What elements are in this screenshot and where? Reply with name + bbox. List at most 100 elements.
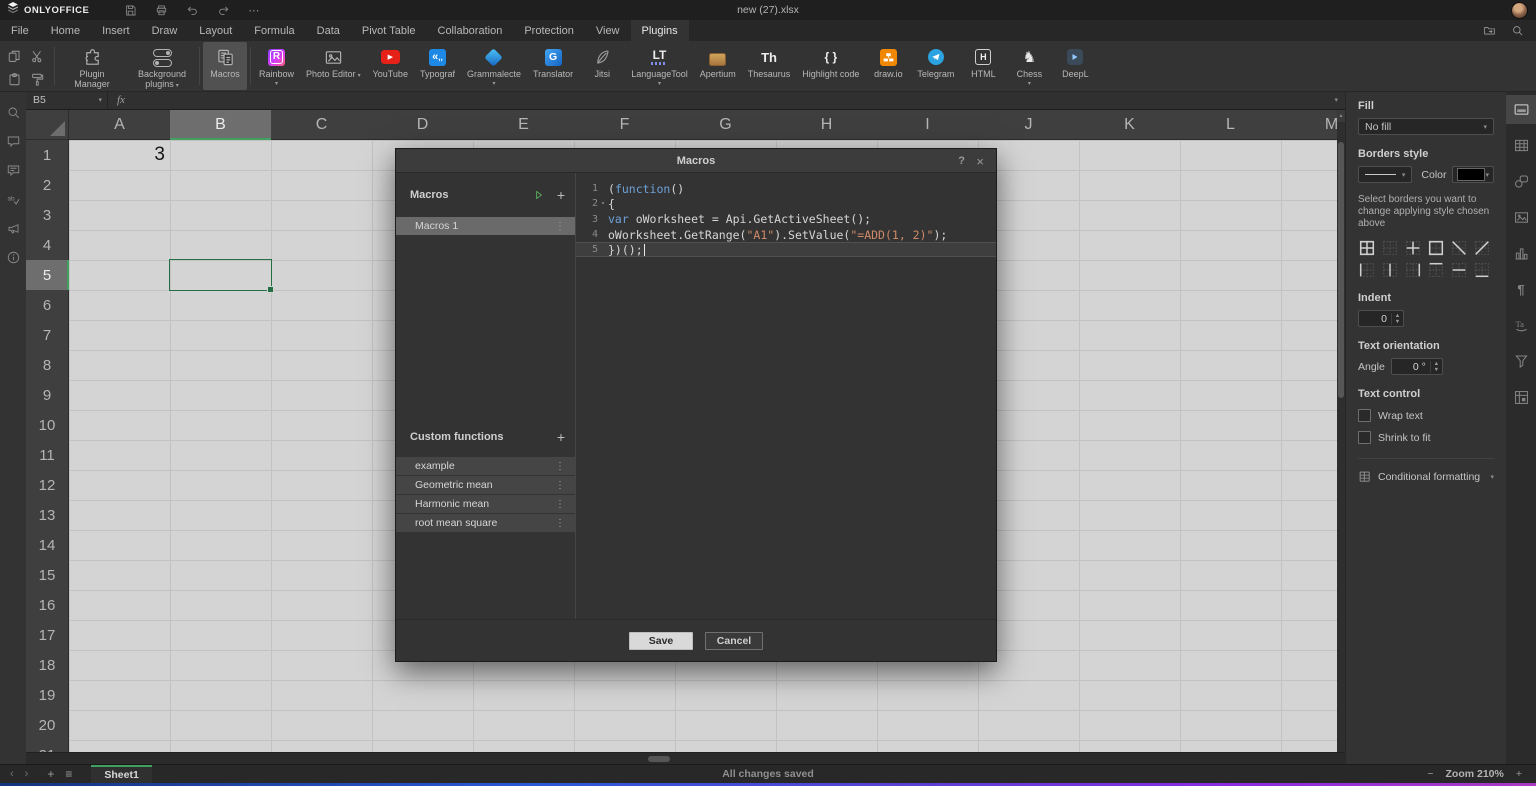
cell-name-box[interactable]: B5 ▾ — [26, 91, 107, 109]
sheet-list-icon[interactable]: ≡ — [65, 767, 72, 781]
plugin-button-photo-editor[interactable]: Photo Editor▾ — [301, 42, 366, 90]
add-sheet-icon[interactable]: + — [47, 767, 54, 781]
more-icon[interactable]: ⋯ — [247, 3, 261, 17]
plugin-button-macros[interactable]: Macros — [203, 42, 247, 90]
row-header-11[interactable]: 11 — [26, 440, 69, 471]
tab-home[interactable]: Home — [40, 20, 91, 41]
row-header-19[interactable]: 19 — [26, 680, 69, 711]
plugin-button-youtube[interactable]: ▶YouTube — [368, 42, 413, 90]
kebab-menu-icon[interactable]: ⋮ — [555, 518, 575, 529]
search-icon[interactable] — [1510, 24, 1524, 38]
row-header-5[interactable]: 5 — [26, 260, 69, 291]
border-all-button[interactable] — [1358, 239, 1376, 257]
panel-tab-pivot-settings[interactable] — [1506, 383, 1536, 412]
save-icon[interactable] — [123, 3, 137, 17]
plugin-button-thesaurus[interactable]: ThThesaurus — [743, 42, 796, 90]
tab-collaboration[interactable]: Collaboration — [427, 20, 514, 41]
stepper-arrows-icon[interactable]: ▲▼ — [1430, 361, 1442, 373]
plugin-button-plugin-manager[interactable]: Plugin Manager — [58, 42, 126, 90]
stepper-arrows-icon[interactable]: ▲▼ — [1391, 313, 1403, 325]
row-header-1[interactable]: 1 — [26, 140, 69, 171]
wrap-text-option[interactable]: Wrap text — [1358, 409, 1494, 422]
custom-function-item-harmonic-mean[interactable]: Harmonic mean⋮ — [396, 495, 575, 513]
column-header-l[interactable]: L — [1180, 110, 1282, 140]
border-inside-horiz-button[interactable] — [1450, 261, 1468, 279]
row-header-2[interactable]: 2 — [26, 170, 69, 201]
chat-icon[interactable] — [6, 163, 21, 178]
column-header-c[interactable]: C — [271, 110, 373, 140]
border-top-button[interactable] — [1427, 261, 1445, 279]
border-right-button[interactable] — [1404, 261, 1422, 279]
panel-tab-slicer[interactable] — [1506, 347, 1536, 376]
column-header-e[interactable]: E — [473, 110, 575, 140]
row-header-15[interactable]: 15 — [26, 560, 69, 591]
kebab-menu-icon[interactable]: ⋮ — [555, 499, 575, 510]
panel-tab-cell-settings[interactable] — [1506, 95, 1536, 124]
insert-function-icon[interactable]: fx — [108, 94, 134, 106]
cancel-button[interactable]: Cancel — [705, 632, 763, 650]
row-header-13[interactable]: 13 — [26, 500, 69, 531]
run-macro-icon[interactable] — [533, 189, 545, 201]
plugin-button-typograf[interactable]: «,,Typograf — [415, 42, 460, 90]
sheet-nav-prev-icon[interactable]: ‹ — [10, 768, 14, 780]
kebab-menu-icon[interactable]: ⋮ — [555, 221, 575, 232]
plugin-button-telegram[interactable]: Telegram — [912, 42, 959, 90]
user-avatar[interactable] — [1511, 2, 1528, 19]
horizontal-scrollbar[interactable] — [26, 752, 1345, 764]
zoom-out-icon[interactable]: − — [1427, 768, 1433, 780]
column-header-f[interactable]: F — [574, 110, 676, 140]
row-header-6[interactable]: 6 — [26, 290, 69, 321]
plugin-button-jitsi[interactable]: Jitsi — [580, 42, 624, 90]
border-color-select[interactable]: ▾ — [1452, 166, 1494, 183]
row-header-12[interactable]: 12 — [26, 470, 69, 501]
indent-stepper[interactable]: 0 ▲▼ — [1358, 310, 1404, 327]
paste-icon[interactable] — [7, 72, 22, 87]
selected-cell-b5[interactable] — [169, 259, 272, 291]
border-bottom-button[interactable] — [1473, 261, 1491, 279]
tab-insert[interactable]: Insert — [91, 20, 141, 41]
custom-function-item-root-mean-square[interactable]: root mean square⋮ — [396, 514, 575, 532]
row-header-8[interactable]: 8 — [26, 350, 69, 381]
tab-plugins[interactable]: Plugins — [631, 20, 689, 41]
scroll-up-icon[interactable]: ▴ — [1337, 110, 1345, 122]
plugin-button-draw-io[interactable]: draw.io — [866, 42, 910, 90]
border-left-button[interactable] — [1358, 261, 1376, 279]
tab-protection[interactable]: Protection — [513, 20, 585, 41]
save-button[interactable]: Save — [629, 632, 693, 650]
column-header-d[interactable]: D — [372, 110, 474, 140]
row-header-20[interactable]: 20 — [26, 710, 69, 741]
plugin-button-apertium[interactable]: Apertium — [695, 42, 741, 90]
code-line-1[interactable]: 1(function() — [576, 181, 996, 196]
tab-data[interactable]: Data — [306, 20, 351, 41]
border-inside-vert-button[interactable] — [1381, 261, 1399, 279]
feedback-icon[interactable] — [6, 221, 21, 236]
plugin-button-background-plugins[interactable]: Background plugins▾ — [128, 42, 196, 90]
row-header-14[interactable]: 14 — [26, 530, 69, 561]
tab-pivot-table[interactable]: Pivot Table — [351, 20, 427, 41]
row-header-7[interactable]: 7 — [26, 320, 69, 351]
custom-function-item-example[interactable]: example⋮ — [396, 457, 575, 475]
macros-dialog-titlebar[interactable]: Macros ? × — [396, 149, 996, 173]
row-header-16[interactable]: 16 — [26, 590, 69, 621]
panel-tab-shape-settings[interactable] — [1506, 167, 1536, 196]
column-header-m[interactable]: M — [1281, 110, 1337, 140]
redo-icon[interactable] — [216, 3, 230, 17]
panel-tab-paragraph-settings[interactable]: ¶ — [1506, 275, 1536, 304]
tab-layout[interactable]: Layout — [188, 20, 243, 41]
plugin-button-rainbow[interactable]: RRainbow▾ — [254, 42, 299, 90]
search-icon[interactable] — [6, 105, 21, 120]
open-location-icon[interactable] — [1482, 24, 1496, 38]
border-none-button[interactable] — [1381, 239, 1399, 257]
column-header-k[interactable]: K — [1079, 110, 1181, 140]
code-line-5[interactable]: 5})(); — [576, 242, 996, 257]
code-line-2[interactable]: 2▾{ — [576, 196, 996, 211]
column-header-g[interactable]: G — [675, 110, 777, 140]
tab-formula[interactable]: Formula — [243, 20, 305, 41]
select-all-corner[interactable] — [26, 110, 69, 140]
format-painter-icon[interactable] — [30, 72, 45, 87]
add-custom-function-icon[interactable]: + — [557, 431, 565, 443]
row-header-18[interactable]: 18 — [26, 650, 69, 681]
print-icon[interactable] — [154, 3, 168, 17]
plugin-button-deepl[interactable]: DeepL — [1053, 42, 1097, 90]
border-line-style-select[interactable]: ▾ — [1358, 166, 1412, 183]
